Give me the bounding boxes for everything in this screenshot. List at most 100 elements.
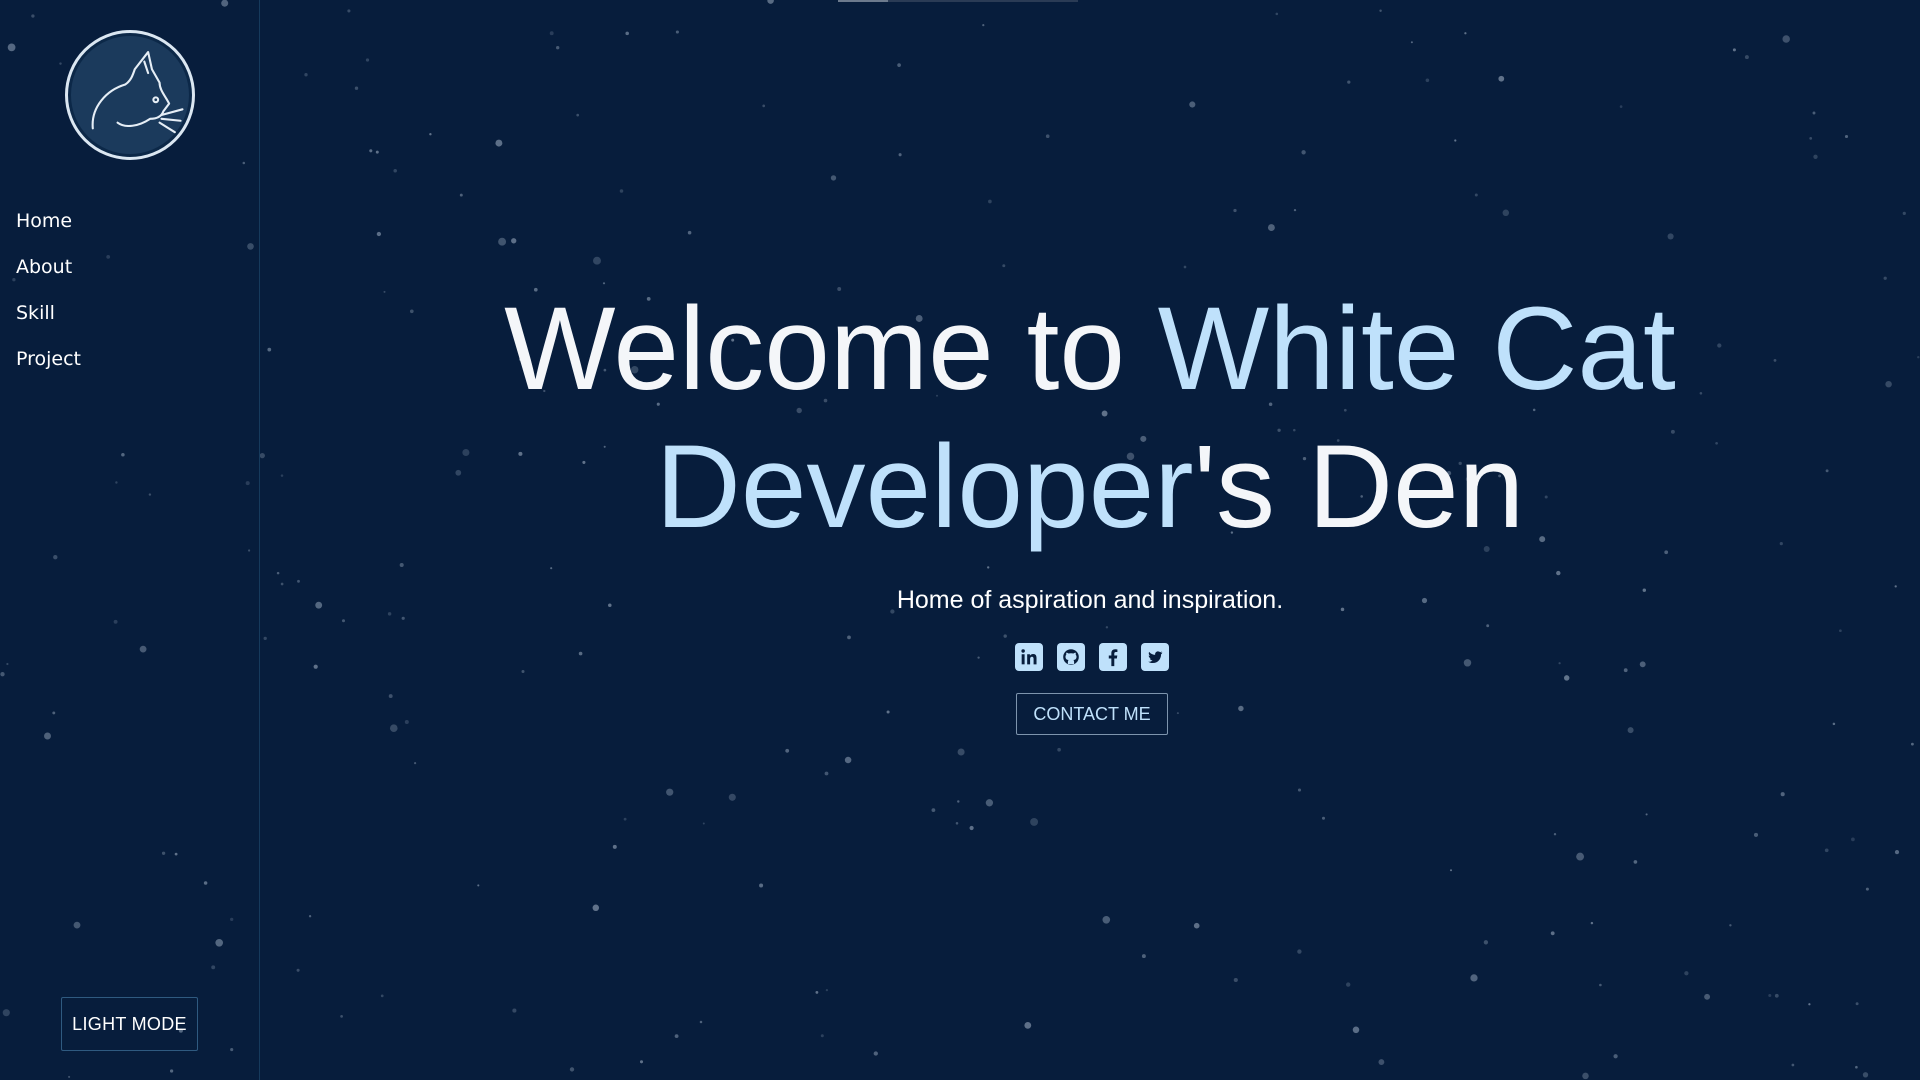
star-dot	[844, 756, 852, 764]
star-dot	[569, 1067, 575, 1072]
star-dot	[1454, 139, 1457, 142]
star-dot	[1297, 949, 1302, 954]
social-links	[264, 643, 1920, 671]
star-dot	[873, 1051, 878, 1056]
star-dot	[1449, 869, 1453, 872]
star-dot	[639, 1060, 644, 1064]
star-dot	[969, 825, 974, 831]
star-dot	[376, 231, 382, 237]
star-dot	[1768, 993, 1772, 998]
star-dot	[1189, 101, 1196, 108]
github-icon[interactable]	[1057, 643, 1085, 671]
star-dot	[1301, 150, 1306, 155]
star-dot	[931, 808, 936, 812]
star-dot	[1824, 848, 1829, 853]
star-dot	[1464, 32, 1467, 35]
star-dot	[1809, 137, 1813, 140]
star-dot	[1855, 1065, 1858, 1069]
star-dot	[593, 256, 601, 265]
star-dot	[1002, 264, 1006, 268]
nav-item-about[interactable]: About	[16, 251, 81, 297]
star-dot	[1474, 193, 1478, 197]
star-dot	[1599, 983, 1602, 987]
star-dot	[1855, 1002, 1859, 1006]
star-dot	[1684, 971, 1689, 976]
star-dot	[495, 139, 503, 147]
star-dot	[1780, 792, 1785, 797]
hero-title-part2: 's Den	[1193, 421, 1525, 553]
sidebar-nav: Home About Skill Project	[16, 205, 81, 389]
white-cat-logo-icon[interactable]	[65, 30, 195, 160]
star-dot	[375, 150, 379, 154]
star-dot	[767, 0, 774, 4]
star-dot	[304, 73, 308, 77]
star-dot	[675, 30, 679, 34]
star-dot	[1619, 105, 1623, 108]
star-dot	[687, 230, 692, 235]
star-dot	[898, 153, 902, 157]
hero-title: Welcome to White Cat Developer's Den	[490, 280, 1690, 556]
linkedin-icon[interactable]	[1015, 643, 1043, 671]
nav-item-home[interactable]: Home	[16, 205, 81, 251]
star-dot	[1808, 1003, 1811, 1006]
star-dot	[897, 63, 901, 67]
star-dot	[1322, 816, 1325, 820]
star-dot	[623, 817, 627, 821]
star-dot	[1894, 850, 1900, 855]
star-dot	[1753, 832, 1759, 837]
star-dot	[340, 1015, 343, 1018]
top-progress-bar	[838, 0, 1078, 2]
star-dot	[985, 799, 994, 807]
nav-item-project[interactable]: Project	[16, 343, 81, 389]
star-dot	[1550, 931, 1555, 936]
facebook-icon[interactable]	[1099, 643, 1127, 671]
star-dot	[1379, 9, 1382, 13]
star-dot	[1183, 265, 1187, 269]
star-dot	[1233, 977, 1238, 983]
star-dot	[1346, 982, 1351, 987]
light-mode-button[interactable]: LIGHT MODE	[61, 997, 198, 1051]
hero-title-part1: Welcome to	[504, 283, 1158, 415]
star-dot	[674, 1034, 679, 1038]
star-dot	[1613, 1054, 1618, 1059]
star-dot	[1102, 915, 1111, 924]
star-dot	[1233, 208, 1237, 213]
star-dot	[511, 238, 517, 244]
star-dot	[699, 1020, 703, 1024]
star-dot	[549, 31, 554, 36]
star-dot	[1553, 833, 1557, 836]
nav-item-skill[interactable]: Skill	[16, 297, 81, 343]
hero-subtitle: Home of aspiration and inspiration.	[896, 586, 1284, 614]
star-dot	[369, 149, 373, 153]
star-dot	[1645, 813, 1648, 816]
twitter-icon[interactable]	[1141, 643, 1169, 671]
star-dot	[512, 1008, 517, 1013]
star-dot	[380, 994, 384, 998]
star-dot	[1633, 860, 1638, 864]
contact-me-button[interactable]: CONTACT ME	[1016, 693, 1168, 735]
star-dot	[1667, 233, 1674, 240]
star-dot	[347, 9, 351, 13]
star-dot	[1744, 55, 1749, 60]
star-dot	[1267, 224, 1275, 232]
star-dot	[785, 748, 790, 753]
star-dot	[576, 113, 580, 117]
star-dot	[1502, 209, 1510, 217]
star-dot	[820, 1034, 824, 1038]
star-dot	[612, 844, 617, 849]
star-dot	[308, 915, 312, 918]
star-dot	[354, 86, 359, 90]
star-dot	[1902, 211, 1906, 216]
star-dot	[1483, 940, 1489, 945]
star-dot	[414, 762, 417, 765]
star-dot	[1582, 1072, 1589, 1080]
star-dot	[1470, 974, 1478, 982]
star-dot	[1347, 80, 1351, 84]
star-dot	[498, 237, 507, 246]
star-dot	[429, 133, 432, 136]
star-dot	[982, 24, 985, 27]
star-dot	[824, 771, 829, 776]
star-dot	[1590, 921, 1594, 925]
star-dot	[1782, 35, 1790, 43]
star-dot	[1045, 134, 1050, 139]
